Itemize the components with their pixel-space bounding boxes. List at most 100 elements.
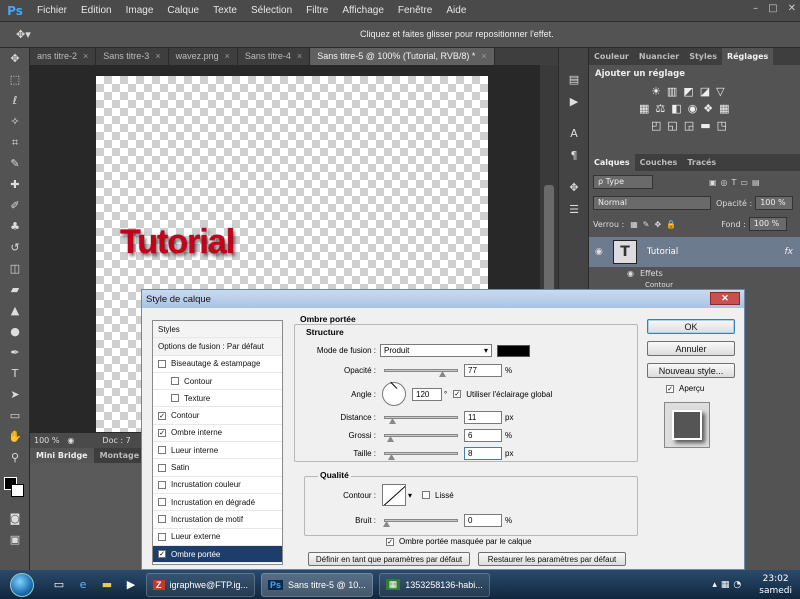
path-selection-icon[interactable]: ➤	[0, 384, 30, 405]
close-icon[interactable]: ×	[83, 51, 88, 61]
slider-knob[interactable]	[439, 371, 446, 377]
tab-mini-bridge[interactable]: Mini Bridge	[30, 448, 94, 463]
opacity-slider[interactable]	[384, 369, 458, 377]
checkbox[interactable]	[158, 532, 166, 541]
selective-color-icon[interactable]: ◳	[717, 119, 727, 132]
menu-image[interactable]: Image	[119, 5, 161, 16]
status-icon[interactable]: ◉	[67, 436, 74, 445]
style-item-inner-shadow[interactable]: ✓ Ombre interne	[153, 425, 282, 443]
color-balance-icon[interactable]: ⚖	[655, 102, 665, 115]
antialias-checkbox[interactable]	[422, 491, 431, 499]
style-item-styles[interactable]: Styles	[153, 321, 282, 339]
tab-couleur[interactable]: Couleur	[589, 48, 634, 65]
tab-nuancier[interactable]: Nuancier	[634, 48, 684, 65]
ok-button[interactable]: OK	[647, 319, 735, 334]
set-default-button[interactable]: Définir en tant que paramètres par défau…	[308, 552, 470, 566]
checkbox[interactable]	[171, 394, 179, 403]
lasso-tool-icon[interactable]: ℓ	[0, 90, 30, 111]
move-tool-icon[interactable]: ✥	[0, 48, 30, 69]
opacity-input[interactable]: 77	[464, 364, 502, 377]
chevron-down-icon[interactable]: ▾	[408, 491, 412, 500]
new-style-button[interactable]: Nouveau style...	[647, 363, 735, 378]
healing-brush-icon[interactable]: ✚	[0, 174, 30, 195]
style-item-inner-glow[interactable]: Lueur interne	[153, 442, 282, 460]
tray-icon[interactable]: ▴	[712, 580, 717, 590]
checkbox-checked[interactable]: ✓	[158, 428, 166, 437]
dialog-close-button[interactable]: ✕	[710, 292, 740, 305]
task-filezilla[interactable]: Z igraphwe@FTP.ig...	[146, 572, 256, 597]
color-swatches-icon[interactable]	[0, 468, 30, 508]
preview-checkbox[interactable]: ✓	[666, 384, 674, 393]
knockout-checkbox[interactable]: ✓	[386, 537, 394, 546]
player-icon[interactable]: ▶	[122, 576, 140, 594]
global-light-checkbox[interactable]: ✓	[453, 390, 462, 398]
clone-stamp-icon[interactable]: ♣	[0, 216, 30, 237]
layer-fill[interactable]: 100 %	[748, 217, 787, 231]
checkbox[interactable]	[158, 463, 166, 472]
maximize-button[interactable]: □	[768, 3, 777, 14]
size-input[interactable]: 8	[464, 447, 502, 460]
size-slider[interactable]	[384, 452, 458, 460]
menu-fenetre[interactable]: Fenêtre	[391, 5, 439, 16]
hand-tool-icon[interactable]: ✋	[0, 426, 30, 447]
tab-styles[interactable]: Styles	[684, 48, 722, 65]
style-item-stroke[interactable]: ✓ Contour	[153, 407, 282, 425]
close-icon[interactable]: ×	[155, 51, 160, 61]
slider-knob[interactable]	[387, 436, 394, 442]
tool-presets-icon[interactable]: ✥	[559, 176, 589, 198]
network-icon[interactable]: ▦	[721, 580, 730, 590]
style-item-satin[interactable]: Satin	[153, 459, 282, 477]
checkbox[interactable]	[171, 377, 179, 386]
minimize-button[interactable]: –	[753, 3, 758, 14]
lock-icons[interactable]: ▦✎✥🔒	[630, 220, 681, 229]
fx-icon[interactable]: fx	[785, 247, 794, 257]
cancel-button[interactable]: Annuler	[647, 341, 735, 356]
checkbox[interactable]	[158, 498, 166, 507]
slider-knob[interactable]	[383, 521, 390, 527]
brightness-icon[interactable]: ☀	[651, 85, 661, 98]
folder-icon[interactable]: ▬	[98, 576, 116, 594]
checkbox[interactable]	[158, 515, 166, 524]
gradient-map-icon[interactable]: ▬	[700, 119, 710, 132]
history-icon[interactable]: ▤	[559, 68, 589, 90]
blur-tool-icon[interactable]: ▲	[0, 300, 30, 321]
tab-traces[interactable]: Tracés	[682, 154, 721, 171]
threshold-icon[interactable]: ◲	[684, 119, 694, 132]
layer-type-filter[interactable]: ρ Type	[593, 175, 653, 189]
pen-tool-icon[interactable]: ✒	[0, 342, 30, 363]
tab-sans-titre-4[interactable]: Sans titre-4 ×	[238, 48, 311, 65]
color-lookup-icon[interactable]: ▦	[719, 102, 729, 115]
type-tool-icon[interactable]: T	[0, 363, 30, 384]
ie-icon[interactable]: e	[74, 576, 92, 594]
menu-edition[interactable]: Edition	[74, 5, 119, 16]
checkbox[interactable]	[158, 359, 166, 368]
shape-tool-icon[interactable]: ▭	[0, 405, 30, 426]
menu-selection[interactable]: Sélection	[244, 5, 299, 16]
slider-knob[interactable]	[388, 454, 395, 460]
dodge-tool-icon[interactable]: ●	[0, 321, 30, 342]
tab-wavez[interactable]: wavez.png ×	[169, 48, 238, 65]
style-item-gradient-overlay[interactable]: Incrustation en dégradé	[153, 494, 282, 512]
close-button[interactable]: ✕	[788, 3, 796, 14]
blend-mode-select[interactable]: Produit ▾	[380, 344, 492, 357]
distance-slider[interactable]	[384, 416, 458, 424]
style-item-texture[interactable]: Texture	[153, 390, 282, 408]
magic-wand-icon[interactable]: ✧	[0, 111, 30, 132]
brush-tool-icon[interactable]: ✐	[0, 195, 30, 216]
curves-icon[interactable]: ◩	[683, 85, 693, 98]
move-tool-icon[interactable]: ✥▾	[16, 28, 31, 41]
canvas-text-layer[interactable]: Tutorial	[120, 223, 235, 262]
close-icon[interactable]: ×	[297, 51, 302, 61]
tab-sans-titre-3[interactable]: Sans titre-3 ×	[96, 48, 169, 65]
angle-dial[interactable]	[382, 381, 406, 406]
distance-input[interactable]: 11	[464, 411, 502, 424]
shadow-color-swatch[interactable]	[497, 344, 530, 357]
noise-slider[interactable]	[383, 519, 458, 527]
layer-tutorial[interactable]: ◉ T Tutorial fx	[589, 237, 800, 267]
properties-icon[interactable]: ☰	[559, 198, 589, 220]
style-item-bevel[interactable]: Biseautage & estampage	[153, 356, 282, 373]
tab-sans-titre-5[interactable]: Sans titre-5 @ 100% (Tutorial, RVB/8) * ×	[310, 48, 495, 65]
slider-knob[interactable]	[389, 418, 396, 424]
layer-blend-mode[interactable]: Normal	[593, 196, 711, 210]
menu-affichage[interactable]: Affichage	[335, 5, 391, 16]
